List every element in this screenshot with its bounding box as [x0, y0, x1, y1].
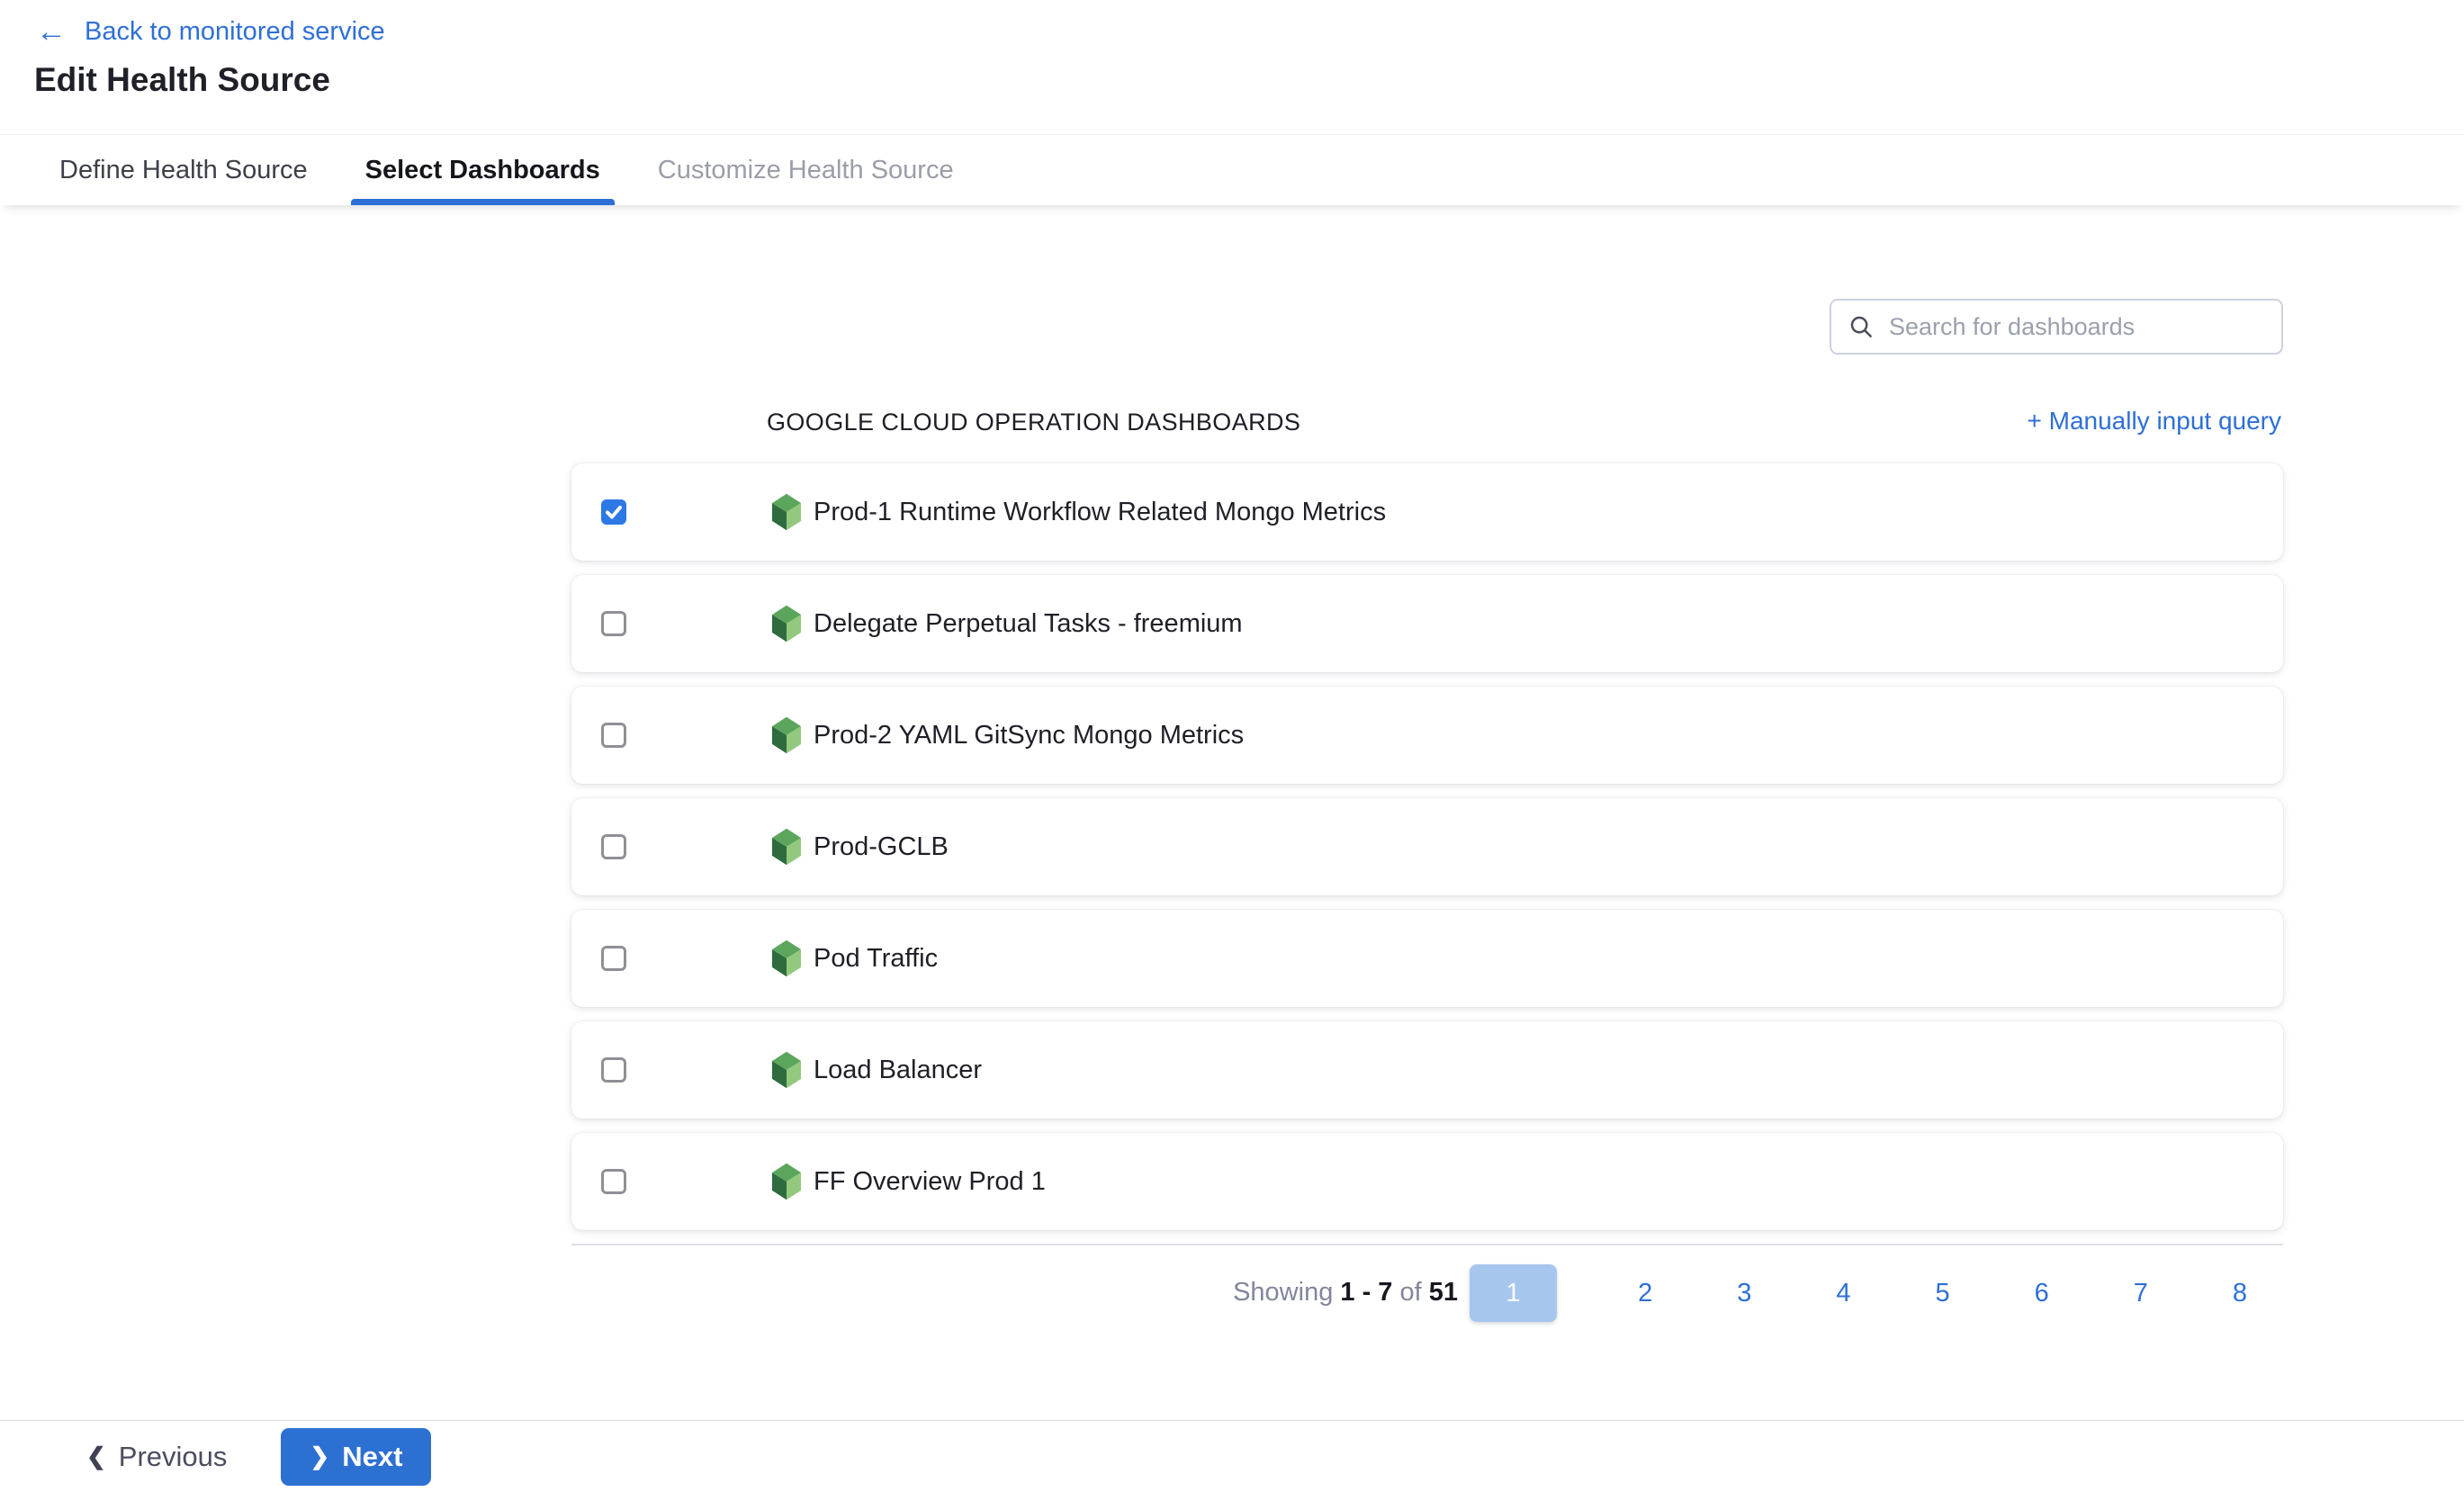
back-arrow-icon: ← [36, 16, 67, 47]
gcp-dashboard-icon [769, 1163, 805, 1200]
search-input[interactable] [1889, 313, 2265, 341]
chevron-right-icon: ❯ [310, 1443, 329, 1470]
gcp-dashboard-icon [769, 939, 805, 977]
gcp-dashboard-icon [769, 716, 805, 754]
dashboard-checkbox[interactable] [601, 611, 626, 636]
page-button[interactable]: 4 [1832, 1279, 1854, 1308]
pagination-range: 1 - 7 [1340, 1278, 1392, 1307]
page-button[interactable]: 8 [2229, 1279, 2251, 1308]
dashboard-checkbox[interactable] [601, 946, 626, 971]
page-button[interactable]: 5 [1932, 1279, 1954, 1308]
gcp-dashboard-icon [769, 493, 805, 531]
select-dashboards-panel: GOOGLE CLOUD OPERATION DASHBOARDS + Manu… [0, 205, 2464, 1420]
page-button[interactable]: 6 [2031, 1279, 2053, 1308]
dashboard-checkbox[interactable] [601, 1057, 626, 1083]
dashboard-group-title: GOOGLE CLOUD OPERATION DASHBOARDS [767, 409, 1300, 436]
page-button[interactable]: 2 [1634, 1279, 1656, 1308]
back-to-monitored-service-link[interactable]: ← Back to monitored service [36, 16, 385, 47]
page-title: Edit Health Source [34, 61, 330, 99]
wizard-tab-bar: Define Health Source Select Dashboards Cus… [0, 134, 2464, 205]
dashboard-row-label: Delegate Perpetual Tasks - freemium [814, 609, 1243, 639]
page-button[interactable]: 7 [2130, 1279, 2152, 1308]
page-button[interactable]: 3 [1733, 1279, 1755, 1308]
dashboard-row-label: Prod-1 Runtime Workflow Related Mongo Me… [814, 498, 1386, 527]
dashboard-checkbox[interactable] [601, 1169, 626, 1194]
gcp-dashboard-icon [769, 605, 805, 643]
page-button-active[interactable]: 1 [1470, 1264, 1557, 1322]
dashboard-row[interactable]: Prod-2 YAML GitSync Mongo Metrics [571, 687, 2283, 784]
chevron-left-icon: ❮ [86, 1443, 106, 1470]
pagination: Showing 1 - 7 of 51 1 2 3 4 5 6 7 8 [571, 1263, 2283, 1328]
dashboard-row[interactable]: Pod Traffic [571, 910, 2283, 1007]
dashboard-row[interactable]: Prod-1 Runtime Workflow Related Mongo Me… [571, 463, 2283, 561]
dashboard-list: Prod-1 Runtime Workflow Related Mongo Me… [571, 463, 2283, 1245]
dashboard-row-label: Pod Traffic [814, 944, 938, 974]
dashboard-row[interactable]: Delegate Perpetual Tasks - freemium [571, 575, 2283, 672]
footer-bar: ❮ Previous ❯ Next [0, 1420, 2464, 1492]
dashboard-checkbox[interactable] [601, 723, 626, 748]
search-icon [1848, 313, 1875, 340]
dashboard-search-box[interactable] [1830, 299, 2283, 355]
dashboard-checkbox-checked[interactable] [601, 499, 626, 525]
tab-select-dashboards[interactable]: Select Dashboards [360, 135, 606, 205]
previous-button[interactable]: ❮ Previous [86, 1441, 227, 1473]
dashboard-row-label: FF Overview Prod 1 [814, 1167, 1046, 1197]
dashboard-row-label: Load Balancer [814, 1056, 982, 1085]
tab-customize-health-source[interactable]: Customize Health Source [652, 135, 959, 205]
gcp-dashboard-icon [769, 1051, 805, 1089]
dashboard-row[interactable]: FF Overview Prod 1 [571, 1133, 2283, 1230]
next-button-label: Next [342, 1441, 402, 1473]
dashboard-row-label: Prod-2 YAML GitSync Mongo Metrics [814, 721, 1244, 750]
pagination-total: 51 [1429, 1278, 1458, 1307]
back-link-label: Back to monitored service [85, 17, 385, 47]
page-header: ← Back to monitored service Edit Health … [0, 0, 2464, 134]
list-divider [571, 1244, 2283, 1245]
tab-define-health-source[interactable]: Define Health Source [54, 135, 313, 205]
dashboard-row[interactable]: Load Balancer [571, 1021, 2283, 1119]
dashboard-row[interactable]: Prod-GCLB [571, 798, 2283, 895]
dashboard-row-label: Prod-GCLB [814, 832, 949, 862]
edit-health-source-page: ← Back to monitored service Edit Health … [0, 0, 2464, 1492]
next-button[interactable]: ❯ Next [281, 1428, 431, 1486]
pagination-summary: Showing 1 - 7 of 51 [1233, 1278, 1458, 1308]
previous-button-label: Previous [119, 1441, 228, 1473]
manually-input-query-link[interactable]: + Manually input query [2027, 407, 2281, 436]
pagination-pages: 1 2 3 4 5 6 7 8 [1470, 1263, 2251, 1323]
gcp-dashboard-icon [769, 828, 805, 866]
dashboard-checkbox[interactable] [601, 834, 626, 859]
